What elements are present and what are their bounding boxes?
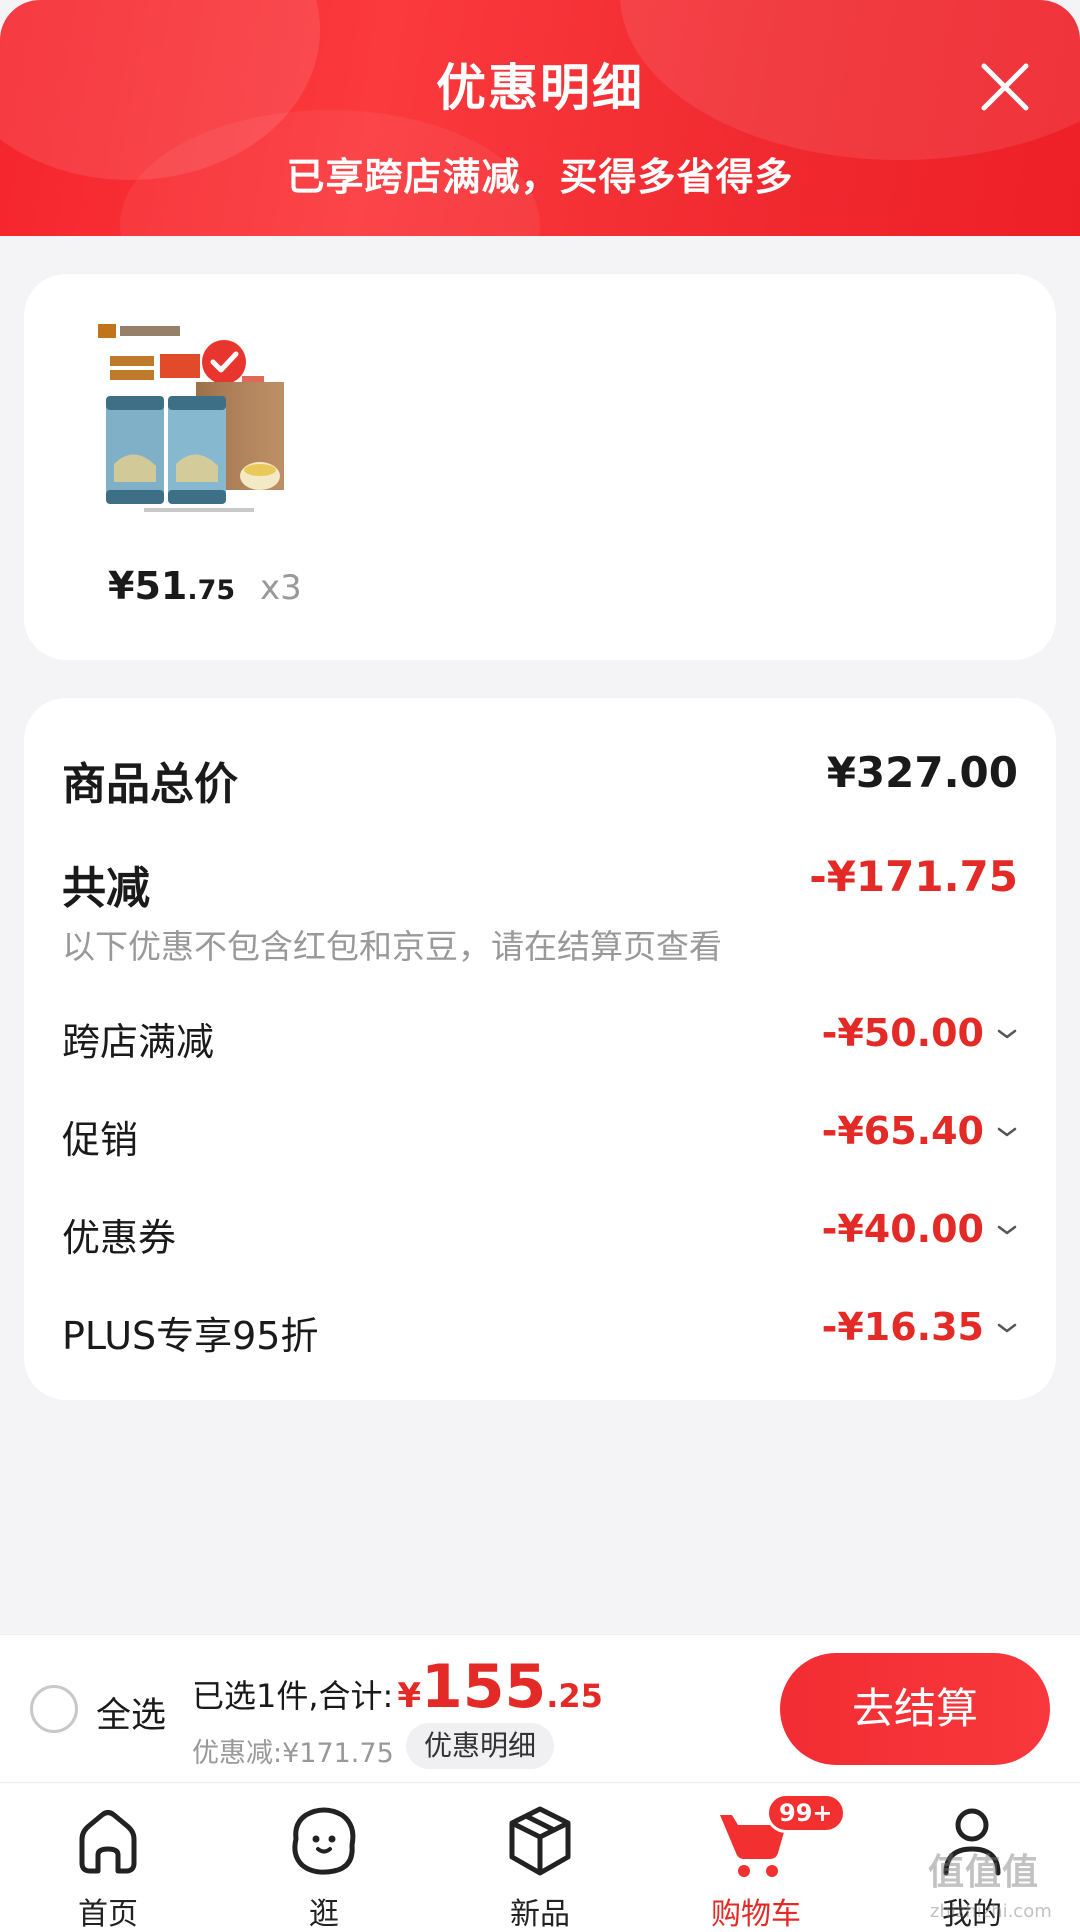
total-currency: ¥ (397, 1676, 421, 1716)
watermark-url: zhizhizhi.com (930, 1901, 1052, 1922)
discount-row[interactable]: 优惠券 -¥40.00 (62, 1207, 1018, 1260)
discount-label: 跨店满减 (62, 1020, 215, 1064)
nav-item-browse[interactable]: 逛 (244, 1783, 404, 1932)
price-summary-card: 商品总价 ¥327.00 共减 -¥171.75 以下优惠不包含红包和京豆，请在… (24, 698, 1056, 1400)
chevron-down-icon (997, 1127, 1017, 1137)
discount-value: -¥65.40 (822, 1109, 1018, 1153)
product-price-main: ¥51 (108, 564, 188, 608)
discount-amount: -¥16.35 (821, 1305, 984, 1349)
total-reduction-label: 共减 (62, 863, 150, 914)
total-reduction-row: 共减 -¥171.75 (62, 852, 1018, 914)
nav-label: 购物车 (711, 1897, 801, 1932)
product-quantity: x3 (260, 568, 302, 608)
chevron-down-icon (997, 1029, 1017, 1039)
discount-summary: 优惠减:¥171.75 (192, 1738, 394, 1769)
nav-label: 逛 (309, 1897, 339, 1932)
chevron-down-icon (997, 1323, 1017, 1333)
discount-value: -¥50.00 (822, 1011, 1018, 1055)
discount-row[interactable]: 促销 -¥65.40 (62, 1109, 1018, 1162)
total-reduction-value: -¥171.75 (809, 852, 1018, 901)
discount-label: 优惠券 (62, 1216, 177, 1260)
nav-item-home[interactable]: 首页 (28, 1783, 188, 1932)
discount-value: -¥16.35 (822, 1305, 1018, 1349)
discount-row[interactable]: 跨店满减 -¥50.00 (62, 1011, 1018, 1064)
nav-item-cart[interactable]: 99+ 购物车 (676, 1783, 846, 1932)
discount-amount: -¥40.00 (821, 1207, 984, 1251)
product-price: ¥51.75 (108, 564, 235, 608)
checkout-bar: 全选 已选1件,合计: ¥ 155 .25 优惠减:¥171.75 优惠明细 去… (0, 1634, 1080, 1782)
close-icon (981, 63, 1029, 111)
tea-product-image (84, 314, 314, 514)
home-icon (79, 1810, 137, 1874)
discount-row[interactable]: PLUS专享95折 -¥16.35 (62, 1305, 1018, 1358)
product-card: ¥51.75 x3 (24, 274, 1056, 660)
discount-detail-button[interactable]: 优惠明细 (406, 1723, 555, 1769)
discount-label: 促销 (62, 1118, 139, 1162)
nav-label: 首页 (78, 1897, 138, 1932)
page-title: 优惠明细 (436, 59, 644, 117)
total-price-row: 商品总价 ¥327.00 (62, 748, 1018, 810)
select-all-label[interactable]: 全选 (96, 1687, 166, 1738)
total-price-label: 商品总价 (62, 759, 238, 810)
discount-note: 以下优惠不包含红包和京豆，请在结算页查看 (62, 927, 722, 966)
chevron-down-icon (997, 1225, 1017, 1235)
discount-amount: -¥65.40 (821, 1109, 984, 1153)
box-icon (509, 1806, 571, 1876)
nav-label: 新品 (510, 1897, 570, 1932)
checkout-button[interactable]: 去结算 (780, 1653, 1050, 1765)
nav-item-new[interactable]: 新品 (460, 1783, 620, 1932)
discount-value: -¥40.00 (822, 1207, 1018, 1251)
selected-count-text: 已选1件,合计: (192, 1677, 394, 1715)
bottom-nav: 首页 逛 新品 99+ 购物车 我的 值值值 zhizhizhi.com (0, 1782, 1080, 1932)
select-all-checkbox[interactable] (30, 1685, 78, 1733)
selected-total: 已选1件,合计: ¥ 155 .25 (192, 1657, 603, 1717)
product-price-decimal: .75 (187, 575, 236, 606)
close-button[interactable] (970, 52, 1040, 122)
total-amount-decimal: .25 (546, 1677, 603, 1715)
total-price-value: ¥327.00 (826, 748, 1018, 797)
total-amount-integer: 155 (421, 1652, 547, 1722)
browse-icon (292, 1807, 356, 1875)
discount-amount: -¥50.00 (821, 1011, 984, 1055)
discount-label: PLUS专享95折 (62, 1314, 319, 1358)
discount-detail-header: 优惠明细 已享跨店满减，买得多省得多 (0, 0, 1080, 236)
cart-count-badge: 99+ (766, 1793, 846, 1833)
page-subtitle: 已享跨店满减，买得多省得多 (286, 155, 794, 199)
watermark: 值值值 (928, 1852, 1040, 1893)
